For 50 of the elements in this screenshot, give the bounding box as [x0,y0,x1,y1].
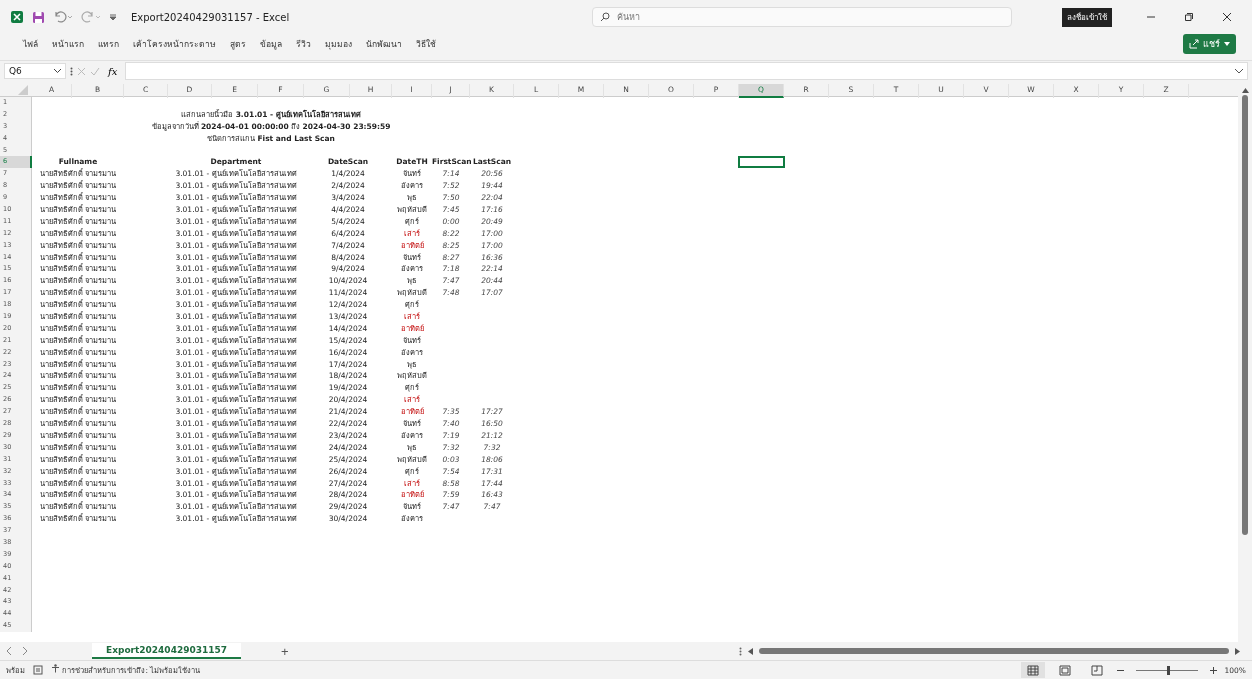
macro-icon[interactable] [33,665,43,675]
close-icon [1222,12,1232,22]
scroll-up-icon[interactable] [1241,88,1249,93]
horizontal-scrollbar[interactable] [759,648,1229,654]
menu-tab[interactable]: สูตร [223,35,253,53]
expand-icon[interactable] [1235,68,1243,74]
sign-in-button[interactable]: ลงชื่อเข้าใช้ [1062,7,1112,27]
menu-tab[interactable]: นักพัฒนา [359,35,409,53]
view-button[interactable] [1020,662,1045,678]
caret-icon [54,69,61,73]
menu-tab[interactable]: เค้าโครงหน้ากระดาษ [126,35,223,53]
caret-icon [1224,42,1230,46]
window-title: Export20240429031157 - Excel [131,11,290,23]
menu-tab[interactable]: มุมมอง [318,35,359,53]
customize-toolbar-icon[interactable] [109,13,117,21]
check-icon[interactable] [90,66,100,76]
menu-tab[interactable]: ไฟล์ [16,35,45,53]
menu-tab[interactable]: ข้อมูล [253,35,289,53]
undo-icon[interactable] [53,11,73,23]
scroll-right-icon[interactable] [1235,647,1240,655]
name-box[interactable]: Q6 [4,63,66,79]
menu-tab[interactable]: รีวิว [289,35,318,53]
share-button[interactable]: แชร์ [1183,34,1236,54]
zoom-out-icon[interactable] [1116,668,1124,672]
grid-view-icon [1026,664,1039,676]
vertical-scrollbar[interactable] [1242,95,1248,535]
search-icon [600,12,611,22]
add-sheet-button[interactable]: + [275,642,295,660]
share-icon [1189,39,1199,49]
restore-icon [1184,12,1194,22]
menu-tab[interactable]: แทรก [91,35,126,53]
previous-sheet-icon[interactable] [6,647,12,655]
formula-field[interactable] [125,62,1248,80]
more-icon[interactable] [70,66,73,76]
accessibility-icon [51,664,60,673]
menu-tab[interactable]: หน้าแรก [45,35,91,53]
scroll-left-icon[interactable] [748,647,753,655]
page-break-icon [1090,664,1103,676]
spreadsheet-app-icon [10,10,24,24]
active-cell[interactable] [738,156,785,169]
zoom-in-icon[interactable] [1209,666,1217,674]
next-sheet-icon[interactable] [22,647,28,655]
save-icon[interactable] [32,10,45,24]
insert-function-button[interactable]: fx [104,65,122,77]
more-icon[interactable] [739,646,742,656]
zoom-slider-thumb[interactable] [1166,665,1170,675]
menu-tab[interactable]: วิธีใช้ [409,35,443,53]
search-field[interactable]: ค้นหา [592,7,1013,27]
sheet-tab[interactable]: Export20240429031157 [92,643,241,659]
page-layout-icon [1058,664,1071,676]
